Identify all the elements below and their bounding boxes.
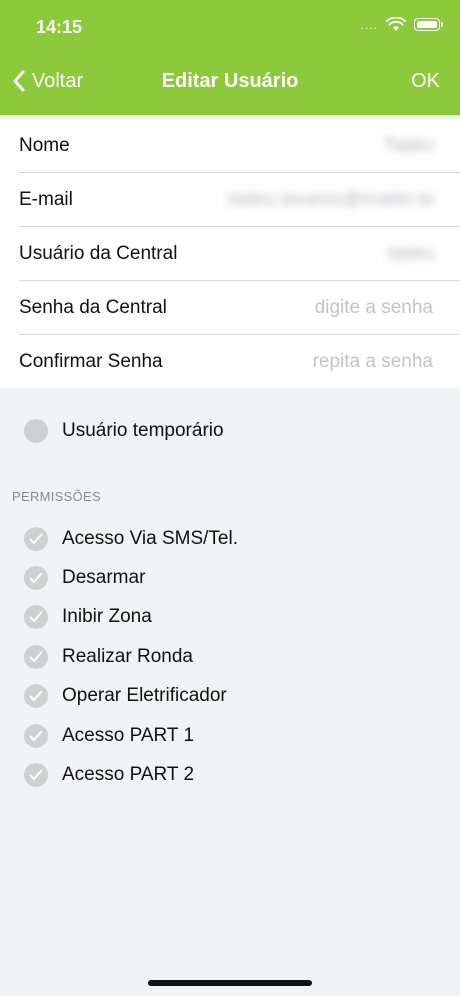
senha-row[interactable]: Senha da Central <box>19 281 460 335</box>
permission-label: Desarmar <box>62 567 146 589</box>
permissions-header: PERMISSÕES <box>12 489 101 504</box>
checkmark-icon[interactable] <box>24 605 48 630</box>
status-time: 14:15 <box>36 17 83 37</box>
confirmar-senha-row[interactable]: Confirmar Senha <box>19 335 460 388</box>
checkmark-icon[interactable] <box>24 723 48 748</box>
permission-item[interactable]: Desarmar <box>24 558 238 597</box>
status-bar: 14:15 .... <box>0 0 460 56</box>
permission-item[interactable]: Acesso Via SMS/Tel. <box>24 519 238 558</box>
permissions-list: Acesso Via SMS/Tel. Desarmar Inibir Zona… <box>24 519 238 795</box>
status-icons: .... <box>360 17 443 32</box>
checkmark-icon[interactable] <box>24 566 48 591</box>
battery-icon <box>414 18 443 31</box>
page-title: Editar Usuário <box>161 70 299 92</box>
email-row[interactable]: E-mail tadeu.tavares@mailer.br <box>19 173 460 227</box>
user-form: Nome Tadeu E-mail tadeu.tavares@mailer.b… <box>0 119 460 388</box>
permission-item[interactable]: Operar Eletrificador <box>24 677 238 716</box>
permission-label: Operar Eletrificador <box>62 685 227 707</box>
temporary-user-toggle[interactable]: Usuário temporário <box>24 418 224 444</box>
usuario-central-row[interactable]: Usuário da Central tadeu <box>19 227 460 281</box>
usuario-central-value[interactable]: tadeu <box>387 227 435 280</box>
checkmark-icon[interactable] <box>24 684 48 709</box>
permission-label: Acesso Via SMS/Tel. <box>62 527 239 549</box>
permission-item[interactable]: Realizar Ronda <box>24 637 238 676</box>
nome-row[interactable]: Nome Tadeu <box>19 119 460 173</box>
nav-bar: Voltar Editar Usuário OK <box>0 56 460 106</box>
permission-label: Acesso PART 1 <box>62 724 195 746</box>
temporary-user-label: Usuário temporário <box>62 420 224 441</box>
senha-label: Senha da Central <box>19 297 167 318</box>
usuario-central-label: Usuário da Central <box>19 243 178 264</box>
checkmark-icon[interactable] <box>24 526 48 551</box>
email-value[interactable]: tadeu.tavares@mailer.br <box>228 173 435 226</box>
permission-item[interactable]: Acesso PART 1 <box>24 716 238 755</box>
checkmark-icon[interactable] <box>24 644 48 669</box>
permission-item[interactable]: Acesso PART 2 <box>24 755 238 794</box>
home-indicator[interactable] <box>148 980 312 986</box>
wifi-icon <box>386 17 406 31</box>
permission-label: Inibir Zona <box>62 606 152 628</box>
nome-value[interactable]: Tadeu <box>383 119 435 172</box>
checkmark-icon[interactable] <box>24 763 48 788</box>
confirmar-senha-label: Confirmar Senha <box>19 351 163 372</box>
ok-button[interactable]: OK <box>411 56 440 106</box>
permission-item[interactable]: Inibir Zona <box>24 598 238 637</box>
confirmar-senha-input[interactable] <box>211 347 435 377</box>
email-label: E-mail <box>19 189 73 210</box>
radio-circle-icon[interactable] <box>24 419 48 443</box>
signal-icon: .... <box>360 17 378 32</box>
permission-label: Realizar Ronda <box>62 645 193 667</box>
senha-input[interactable] <box>211 293 435 323</box>
permission-label: Acesso PART 2 <box>62 764 195 786</box>
nome-label: Nome <box>19 135 70 156</box>
header: 14:15 .... Voltar Editar Usuário OK <box>0 0 460 115</box>
